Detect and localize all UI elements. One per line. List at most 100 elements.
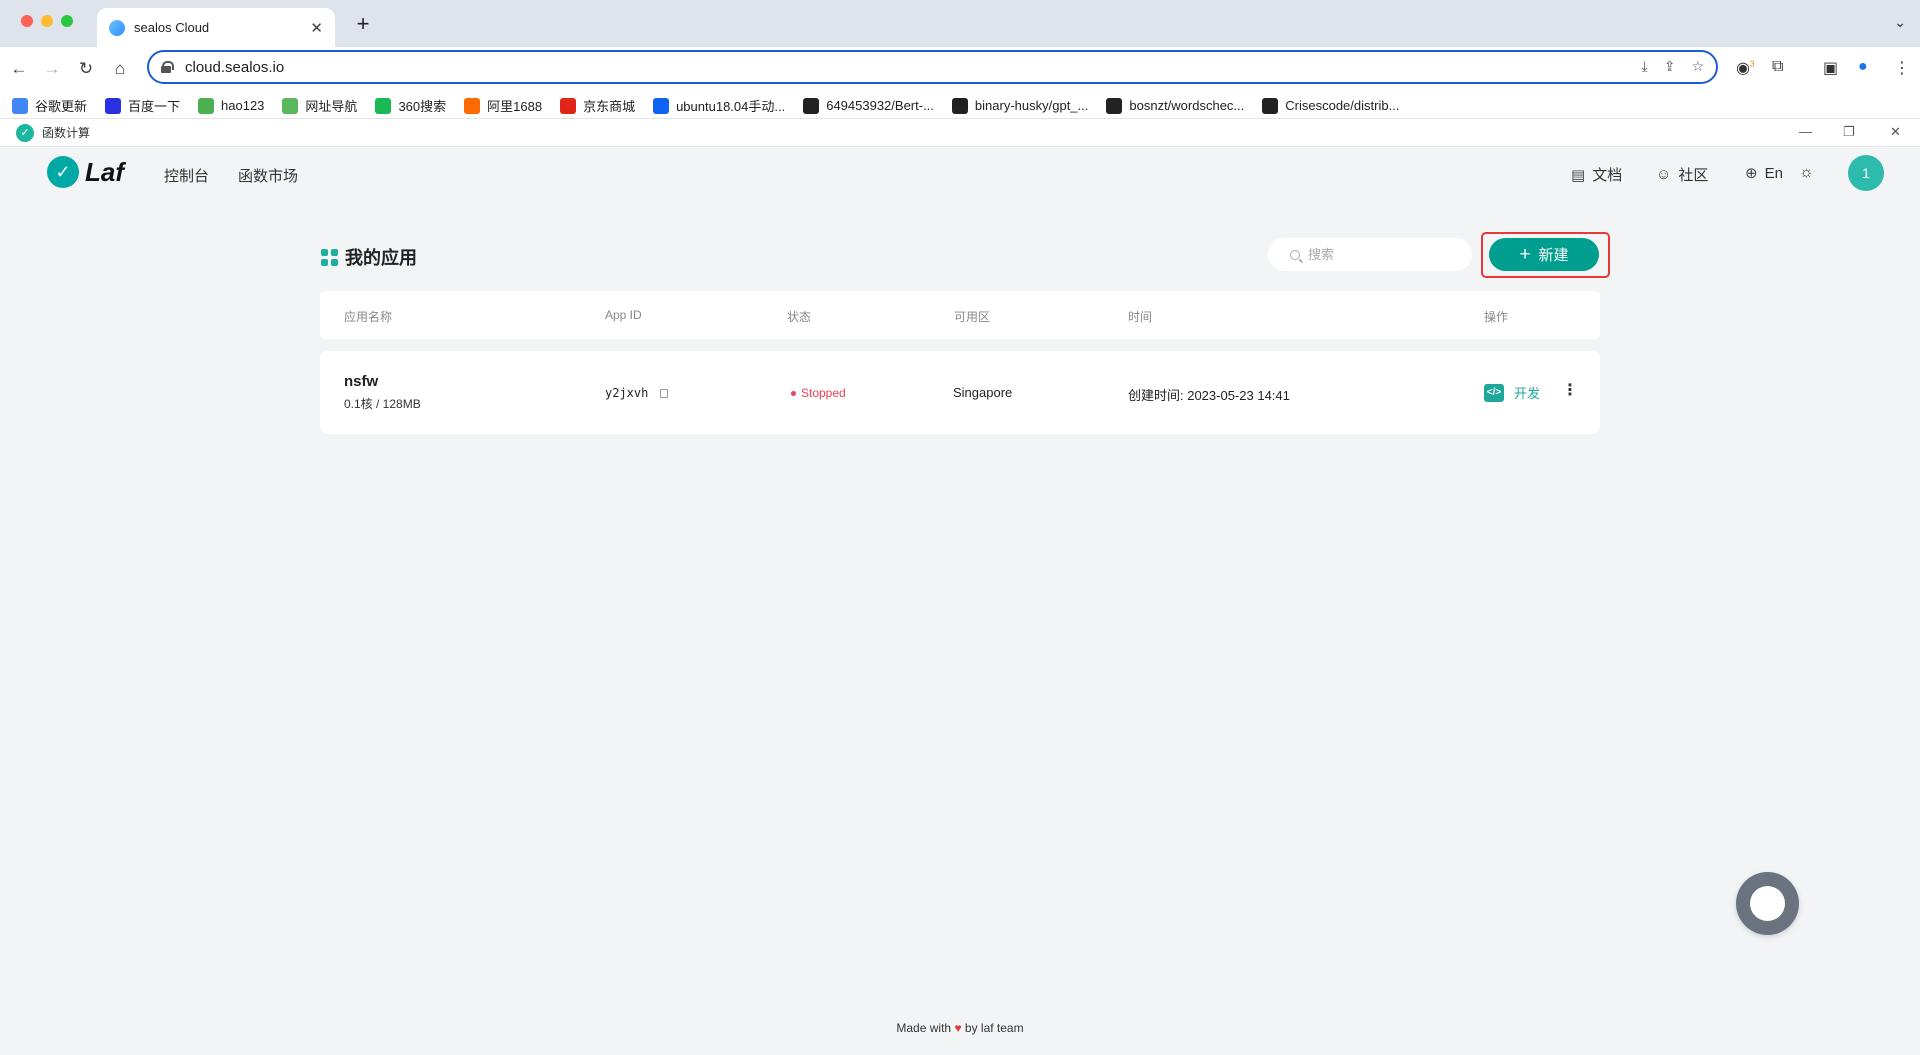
- page-title-text: 我的应用: [345, 248, 417, 268]
- search-input[interactable]: [1308, 247, 1448, 262]
- new-app-button[interactable]: + 新建: [1489, 238, 1599, 271]
- browser-menu-icon[interactable]: ⋮: [1894, 58, 1910, 78]
- app-spec: 0.1核 / 128MB: [344, 397, 421, 411]
- globe-icon: ⊕: [1745, 165, 1758, 182]
- col-name: 应用名称: [344, 310, 393, 324]
- bookmark-label: 网址导航: [305, 99, 358, 114]
- avatar[interactable]: 1: [1848, 155, 1884, 191]
- table-row[interactable]: nsfw 0.1核 / 128MB y2jxvh Stopped Singapo…: [320, 351, 1600, 434]
- more-options-icon[interactable]: ⋮: [1562, 383, 1578, 399]
- footer: Made with ♥ by laf team: [0, 1021, 1920, 1035]
- tab-title: sealos Cloud: [134, 20, 210, 35]
- address-bar[interactable]: cloud.sealos.io ⤓ ⇪ ☆: [147, 50, 1718, 84]
- community-link[interactable]: ☺ 社区: [1656, 164, 1708, 185]
- footer-prefix: Made with: [896, 1021, 952, 1035]
- bookmark-favicon-icon: [951, 97, 968, 114]
- window-minimize-dot[interactable]: [41, 15, 53, 27]
- docs-label: 文档: [1592, 167, 1623, 184]
- bookmark-star-icon[interactable]: ☆: [1691, 58, 1704, 75]
- status-text: Stopped: [801, 386, 846, 400]
- new-tab-button[interactable]: +: [352, 13, 374, 36]
- forward-icon[interactable]: →: [40, 57, 64, 81]
- bookmark-item[interactable]: 360搜索: [375, 96, 446, 115]
- laf-logo-text: Laf: [85, 156, 124, 187]
- bookmark-item[interactable]: 百度一下: [105, 96, 180, 115]
- bookmark-label: 649453932/Bert-...: [826, 98, 934, 113]
- develop-button[interactable]: </> 开发: [1484, 383, 1540, 402]
- bookmarks-bar: 谷歌更新 百度一下 hao123 网址导航 360搜索 阿里1688 京东商城 ubuntu1…: [0, 93, 1920, 119]
- home-icon[interactable]: ⌂: [108, 57, 132, 81]
- app-created-time: 创建时间: 2023-05-23 14:41: [1128, 388, 1290, 403]
- bookmark-item[interactable]: 阿里1688: [464, 96, 542, 115]
- bookmark-item[interactable]: 京东商城: [560, 96, 635, 115]
- app-window-titlebar: ✓ 函数计算 — ❐ ✕: [0, 119, 1920, 147]
- theme-sun-icon[interactable]: ☼: [1799, 164, 1814, 182]
- install-app-icon[interactable]: ⤓: [1642, 58, 1648, 75]
- code-icon: </>: [1484, 383, 1504, 402]
- status-dot: [791, 390, 796, 396]
- bookmark-favicon-icon: [105, 97, 122, 114]
- bookmark-label: 百度一下: [128, 99, 181, 114]
- bookmark-item[interactable]: 网址导航: [282, 96, 357, 115]
- tab-close-icon[interactable]: ✕: [310, 19, 323, 37]
- reload-icon[interactable]: ↻: [74, 57, 98, 81]
- language-label: En: [1764, 164, 1783, 182]
- bookmark-label: 阿里1688: [487, 99, 543, 114]
- develop-label: 开发: [1514, 386, 1541, 401]
- sealos-favicon-icon: [109, 19, 125, 36]
- bookmark-favicon-icon: [653, 97, 670, 114]
- bookmark-label: binary-husky/gpt_...: [974, 98, 1089, 113]
- window-close-dot[interactable]: [21, 15, 33, 27]
- page-title: 我的应用: [321, 244, 417, 270]
- back-icon[interactable]: ←: [7, 57, 31, 81]
- tab-search-chevron-icon[interactable]: ⌄: [1894, 14, 1906, 31]
- search-field[interactable]: [1268, 238, 1472, 271]
- restore-icon[interactable]: ❐: [1843, 124, 1855, 140]
- bookmark-favicon-icon: [375, 97, 392, 114]
- bookmark-label: 360搜索: [398, 99, 447, 114]
- bookmark-favicon-icon: [12, 97, 28, 114]
- docs-link[interactable]: ▤ 文档: [1571, 164, 1622, 185]
- app-id: y2jxvh: [605, 386, 649, 400]
- bookmark-item[interactable]: Crisescode/distrib...: [1262, 97, 1400, 114]
- bookmark-favicon-icon: [464, 97, 481, 114]
- apps-grid-icon: [321, 248, 338, 266]
- browser-tab[interactable]: sealos Cloud ✕: [97, 8, 335, 47]
- bookmark-label: Crisescode/distrib...: [1285, 98, 1400, 113]
- search-icon: [1290, 249, 1300, 260]
- laf-logo[interactable]: ✓ Laf: [47, 156, 124, 188]
- close-icon[interactable]: ✕: [1890, 124, 1901, 140]
- col-status: 状态: [787, 310, 812, 324]
- copy-icon[interactable]: [659, 389, 668, 398]
- laf-logo-icon: ✓: [47, 156, 79, 188]
- bookmark-favicon-icon: [1262, 97, 1279, 114]
- url-text: cloud.sealos.io: [185, 58, 285, 76]
- col-actions: 操作: [1484, 310, 1509, 324]
- bookmark-item[interactable]: bosnzt/wordschec...: [1106, 97, 1244, 114]
- extensions-puzzle-icon[interactable]: ⧉: [1772, 58, 1783, 76]
- bookmark-item[interactable]: 谷歌更新: [12, 96, 87, 115]
- status-badge: Stopped: [791, 386, 846, 400]
- floating-assist-button[interactable]: [1736, 872, 1799, 935]
- profile-icon[interactable]: ●: [1858, 58, 1868, 76]
- side-panel-icon[interactable]: ▣: [1823, 58, 1838, 78]
- app-name: nsfw: [344, 373, 379, 390]
- col-app-id: App ID: [605, 308, 642, 322]
- table-header: 应用名称 App ID 状态 可用区 时间 操作: [320, 291, 1600, 339]
- extension-badge: 3: [1749, 59, 1755, 69]
- share-icon[interactable]: ⇪: [1664, 58, 1676, 75]
- extension-icon[interactable]: ◉3: [1736, 58, 1754, 78]
- bookmark-item[interactable]: hao123: [198, 97, 264, 114]
- bookmark-item[interactable]: 649453932/Bert-...: [803, 97, 934, 114]
- bookmark-item[interactable]: binary-husky/gpt_...: [951, 97, 1089, 114]
- window-zoom-dot[interactable]: [61, 15, 73, 27]
- nav-console[interactable]: 控制台: [164, 165, 209, 186]
- nav-function-market[interactable]: 函数市场: [238, 165, 298, 186]
- col-region: 可用区: [954, 310, 991, 324]
- col-time: 时间: [1128, 310, 1153, 324]
- heart-icon: ♥: [954, 1021, 962, 1035]
- laf-small-logo-icon: ✓: [16, 123, 34, 142]
- bookmark-item[interactable]: ubuntu18.04手动...: [653, 96, 785, 115]
- language-switch[interactable]: ⊕ En: [1745, 164, 1783, 183]
- minimize-icon[interactable]: —: [1799, 124, 1812, 139]
